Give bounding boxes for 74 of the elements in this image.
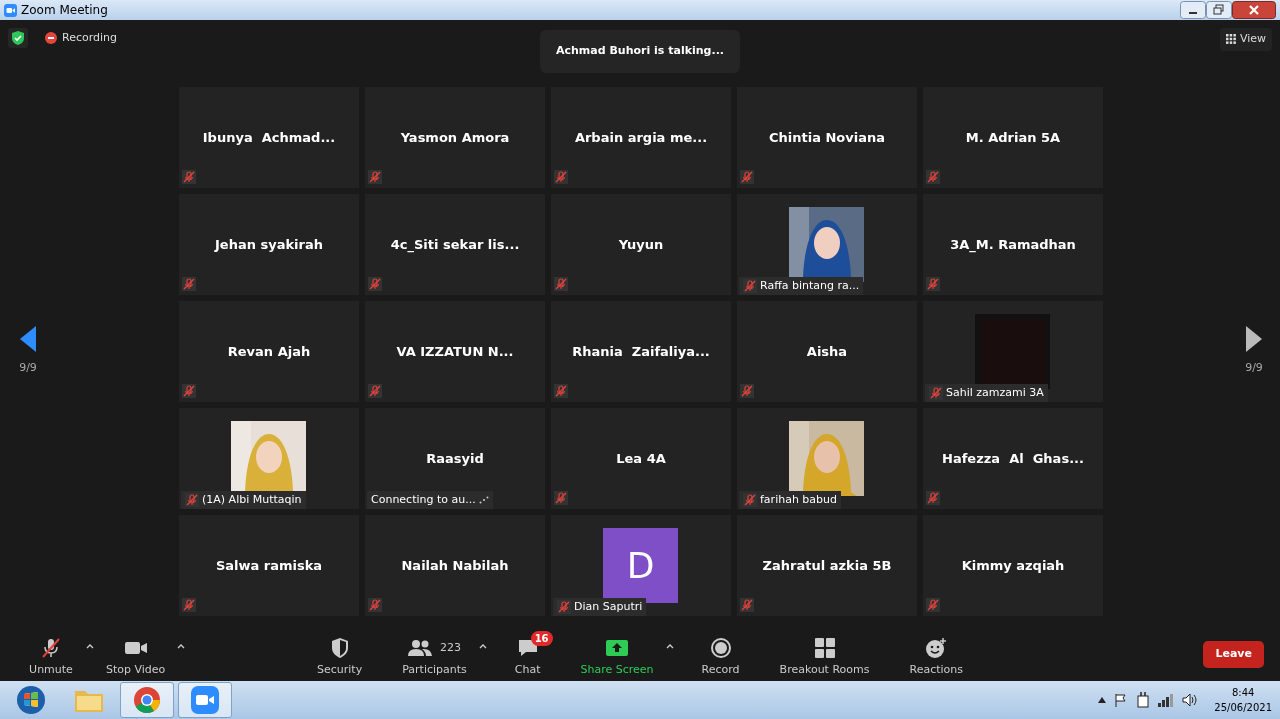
muted-mic-icon <box>40 637 62 660</box>
reactions-button[interactable]: Reactions <box>897 630 975 679</box>
participant-name: 3A_M. Ramadhan <box>950 235 1076 255</box>
browser-icon <box>133 686 161 714</box>
participant-name: M. Adrian 5A <box>965 128 1061 147</box>
participant-name: Chintia Noviana <box>769 128 885 147</box>
unread-badge: 16 <box>530 631 553 647</box>
start-icon <box>16 685 46 715</box>
security-button[interactable]: Security <box>305 630 375 679</box>
participant-name: Salwa ramiska <box>215 556 323 575</box>
shield-icon[interactable] <box>8 28 28 48</box>
participants-button[interactable]: 223 Participants <box>390 630 479 679</box>
recording-label: Recording <box>62 29 118 46</box>
participant-name: Arbain argia me... <box>574 128 708 147</box>
leave-button[interactable]: Leave <box>1203 641 1264 668</box>
taskbar-button[interactable] <box>178 682 232 718</box>
loading-icon <box>478 495 489 504</box>
record-icon <box>709 637 732 660</box>
participant-name: Revan Ajah <box>227 342 311 361</box>
mic-button[interactable]: Unmute <box>16 630 86 679</box>
flag-icon[interactable] <box>1114 693 1129 707</box>
avatar: D <box>603 528 678 603</box>
participant-name: (1A) Albi Muttaqin <box>202 491 302 508</box>
show-hidden-icon[interactable] <box>1098 697 1107 703</box>
minimize-icon[interactable] <box>1180 1 1206 19</box>
page-indicator: 9/9 <box>1245 360 1263 377</box>
volume-icon[interactable] <box>1182 693 1199 707</box>
status-text: Connecting to au... <box>371 491 476 508</box>
participant-name: Ibunya Achmad... <box>202 128 336 147</box>
shield-icon <box>329 637 350 660</box>
smiley-icon <box>925 637 948 660</box>
participant-name: VA IZZATUN N... <box>396 342 514 361</box>
previous-page-icon[interactable] <box>20 326 36 353</box>
caret-icon[interactable] <box>177 642 186 649</box>
participant-name: Zahratul azkia 5B <box>762 556 892 575</box>
close-icon[interactable] <box>1232 1 1276 19</box>
record-button[interactable]: Record <box>689 630 752 679</box>
caret-icon[interactable] <box>86 642 94 649</box>
window-title: Zoom Meeting <box>21 2 108 19</box>
participant-name: Jehan syakirah <box>215 235 323 254</box>
participant-name: Raffa bintang ra... <box>760 277 860 294</box>
participant-name: Yasmon Amora <box>400 128 510 147</box>
power-icon[interactable] <box>1136 692 1151 708</box>
breakout-button[interactable]: Breakout Rooms <box>767 630 882 679</box>
page-indicator: 9/9 <box>19 360 37 377</box>
view-button[interactable]: View <box>1219 28 1272 51</box>
participant-name: Aisha <box>806 342 848 361</box>
share-button[interactable]: Share Screen <box>568 630 666 679</box>
next-page-icon[interactable] <box>1246 326 1262 353</box>
grid-icon <box>813 637 836 660</box>
participant-name: farihah babud <box>760 491 838 508</box>
grid-icon <box>1225 34 1236 45</box>
participant-name: 4c_Siti sekar lis... <box>390 235 520 255</box>
caret-icon[interactable] <box>665 642 674 649</box>
signal-icon[interactable] <box>1158 693 1175 707</box>
clock-date: 25/06/2021 <box>1214 701 1272 715</box>
video-button[interactable]: Stop Video <box>94 630 178 679</box>
chat-button[interactable]: 16 Chat <box>502 630 553 679</box>
participant-name: Lea 4A <box>616 449 666 468</box>
participant-name: Yuyun <box>618 235 664 254</box>
talking-indicator: Achmad Buhori is talking... <box>540 30 740 73</box>
maximize-icon[interactable] <box>1206 1 1232 19</box>
participant-name: Hafezza Al Ghas... <box>942 449 1084 468</box>
participant-name: Sahil zamzami 3A <box>946 384 1044 401</box>
taskbar-button[interactable] <box>120 682 174 718</box>
participant-name: Kimmy azqiah <box>961 556 1065 575</box>
participant-name: Rhania Zaifaliya... <box>572 342 710 361</box>
participant-name: Raasyid <box>426 449 484 468</box>
app-icon <box>4 3 17 17</box>
caret-icon[interactable] <box>478 642 487 649</box>
participant-name: Nailah Nabilah <box>401 556 509 575</box>
clock-time: 8:44 <box>1231 686 1255 700</box>
video-app-icon <box>191 686 219 714</box>
recording-icon <box>44 31 58 45</box>
